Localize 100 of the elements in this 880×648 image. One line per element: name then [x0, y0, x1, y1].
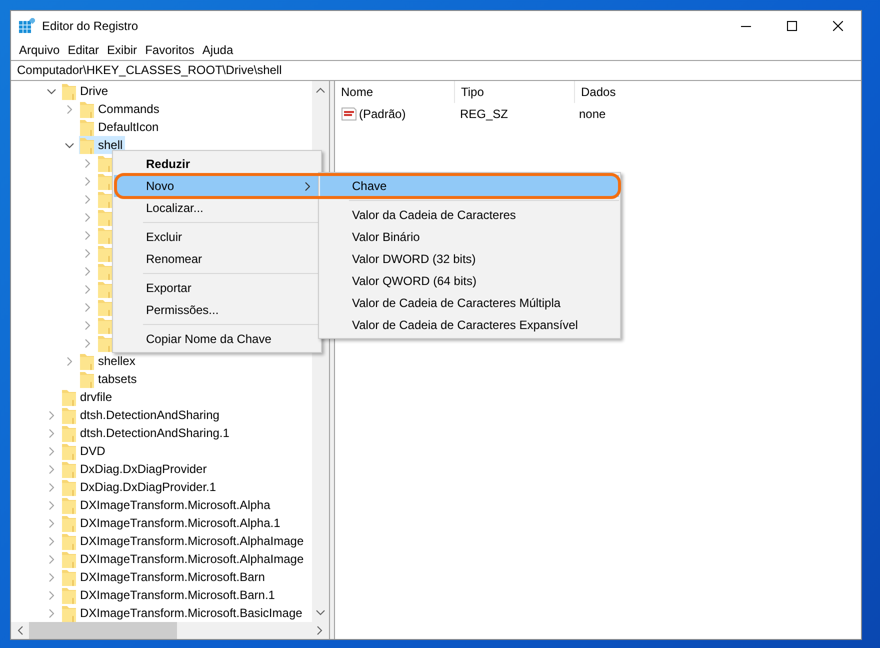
expand-chevron-icon[interactable]: [47, 518, 56, 528]
tree-item[interactable]: [97, 316, 115, 334]
tree-item[interactable]: DXImageTransform.Microsoft.AlphaImage: [61, 550, 306, 568]
scroll-left-icon[interactable]: [17, 626, 23, 635]
tree-item[interactable]: DVD: [61, 442, 108, 460]
menu-item[interactable]: Chave: [320, 175, 619, 197]
tree-item[interactable]: [97, 334, 115, 352]
expand-chevron-icon[interactable]: [83, 230, 92, 240]
tree-item[interactable]: DefaultIcon: [79, 118, 161, 136]
expand-chevron-icon[interactable]: [47, 554, 56, 564]
horizontal-scrollbar[interactable]: [11, 622, 329, 639]
menu-item[interactable]: Excluir: [114, 226, 320, 248]
tree-item[interactable]: [97, 208, 115, 226]
expand-chevron-icon[interactable]: [65, 104, 74, 114]
scroll-up-icon[interactable]: [316, 87, 325, 93]
close-icon[interactable]: [833, 20, 843, 30]
tree-item[interactable]: DXImageTransform.Microsoft.AlphaImage: [61, 532, 306, 550]
expand-chevron-icon[interactable]: [83, 194, 92, 204]
menu-item[interactable]: Permissões...: [114, 299, 320, 321]
column-header[interactable]: Dados: [575, 81, 694, 103]
folder-icon: [61, 514, 77, 532]
scroll-down-icon[interactable]: [316, 610, 325, 616]
folder-icon: [97, 172, 113, 190]
column-header[interactable]: Nome: [335, 81, 455, 103]
address-bar[interactable]: Computador\HKEY_CLASSES_ROOT\Drive\shell: [11, 60, 861, 81]
expand-chevron-icon[interactable]: [83, 266, 92, 276]
menu-item[interactable]: Valor DWORD (32 bits): [320, 248, 619, 270]
tree-item[interactable]: [97, 262, 115, 280]
expand-chevron-icon[interactable]: [83, 302, 92, 312]
window-title: Editor do Registro: [42, 18, 138, 32]
menu-item[interactable]: Editar: [66, 43, 104, 57]
folder-icon: [79, 118, 95, 136]
menu-item[interactable]: Renomear: [114, 248, 320, 270]
expand-chevron-icon[interactable]: [83, 248, 92, 258]
menu-item[interactable]: Reduzir: [114, 153, 320, 175]
expand-chevron-icon[interactable]: [47, 482, 56, 492]
collapse-chevron-icon[interactable]: [47, 86, 56, 96]
expand-chevron-icon[interactable]: [83, 176, 92, 186]
tree-item[interactable]: DXImageTransform.Microsoft.BasicImage: [61, 604, 304, 622]
expand-chevron-icon[interactable]: [83, 338, 92, 348]
tree-item[interactable]: shell: [79, 136, 125, 154]
tree-item[interactable]: [97, 226, 115, 244]
expand-chevron-icon[interactable]: [47, 410, 56, 420]
expand-chevron-icon[interactable]: [47, 446, 56, 456]
expand-chevron-icon[interactable]: [83, 158, 92, 168]
expand-chevron-icon[interactable]: [47, 428, 56, 438]
expand-chevron-icon[interactable]: [47, 608, 56, 618]
scrollbar-thumb[interactable]: [29, 622, 177, 639]
expand-chevron-icon[interactable]: [65, 356, 74, 366]
menu-item[interactable]: Ajuda: [201, 43, 238, 57]
menu-item[interactable]: Valor Binário: [320, 226, 619, 248]
column-header[interactable]: Tipo: [455, 81, 575, 103]
tree-item[interactable]: DXImageTransform.Microsoft.Barn.1: [61, 586, 277, 604]
menu-item[interactable]: Valor de Cadeia de Caracteres Múltipla: [320, 292, 619, 314]
menu-item[interactable]: Favoritos: [144, 43, 200, 57]
folder-icon: [61, 586, 77, 604]
menu-item[interactable]: Exibir: [106, 43, 142, 57]
maximize-icon[interactable]: [787, 20, 797, 30]
tree-item[interactable]: [97, 244, 115, 262]
expand-chevron-icon[interactable]: [83, 284, 92, 294]
tree-item[interactable]: [97, 280, 115, 298]
folder-icon: [97, 154, 113, 172]
tree-item[interactable]: tabsets: [79, 370, 139, 388]
folder-icon: [61, 532, 77, 550]
folder-icon: [61, 388, 77, 406]
tree-item[interactable]: Drive: [61, 82, 110, 100]
menu-item[interactable]: Exportar: [114, 277, 320, 299]
menu-item[interactable]: Valor da Cadeia de Caracteres: [320, 204, 619, 226]
tree-item[interactable]: DxDiag.DxDiagProvider: [61, 460, 209, 478]
expand-chevron-icon[interactable]: [83, 212, 92, 222]
tree-item[interactable]: [97, 298, 115, 316]
menu-item[interactable]: Copiar Nome da Chave: [114, 328, 320, 350]
menu-item[interactable]: Valor de Cadeia de Caracteres Expansível: [320, 314, 619, 336]
tree-item[interactable]: [97, 172, 115, 190]
tree-item[interactable]: DxDiag.DxDiagProvider.1: [61, 478, 218, 496]
tree-item[interactable]: Commands: [79, 100, 162, 118]
expand-chevron-icon[interactable]: [47, 464, 56, 474]
menu-item[interactable]: Localizar...: [114, 197, 320, 219]
menu-item[interactable]: Arquivo: [18, 43, 65, 57]
collapse-chevron-icon[interactable]: [65, 140, 74, 150]
folder-icon: [61, 496, 77, 514]
tree-item[interactable]: DXImageTransform.Microsoft.Barn: [61, 568, 267, 586]
tree-item[interactable]: shellex: [79, 352, 138, 370]
tree-item[interactable]: drvfile: [61, 388, 114, 406]
folder-icon: [61, 550, 77, 568]
expand-chevron-icon[interactable]: [47, 572, 56, 582]
expand-chevron-icon[interactable]: [83, 320, 92, 330]
folder-icon: [61, 442, 77, 460]
expand-chevron-icon[interactable]: [47, 536, 56, 546]
tree-item[interactable]: dtsh.DetectionAndSharing.1: [61, 424, 232, 442]
menu-item[interactable]: Valor QWORD (64 bits): [320, 270, 619, 292]
tree-item[interactable]: [97, 190, 115, 208]
scroll-right-icon[interactable]: [317, 626, 323, 635]
expand-chevron-icon[interactable]: [47, 590, 56, 600]
folder-icon: [97, 316, 113, 334]
tree-item[interactable]: [97, 154, 115, 172]
expand-chevron-icon[interactable]: [47, 500, 56, 510]
tree-item[interactable]: DXImageTransform.Microsoft.Alpha.1: [61, 514, 282, 532]
tree-item[interactable]: dtsh.DetectionAndSharing: [61, 406, 222, 424]
tree-item[interactable]: DXImageTransform.Microsoft.Alpha: [61, 496, 272, 514]
